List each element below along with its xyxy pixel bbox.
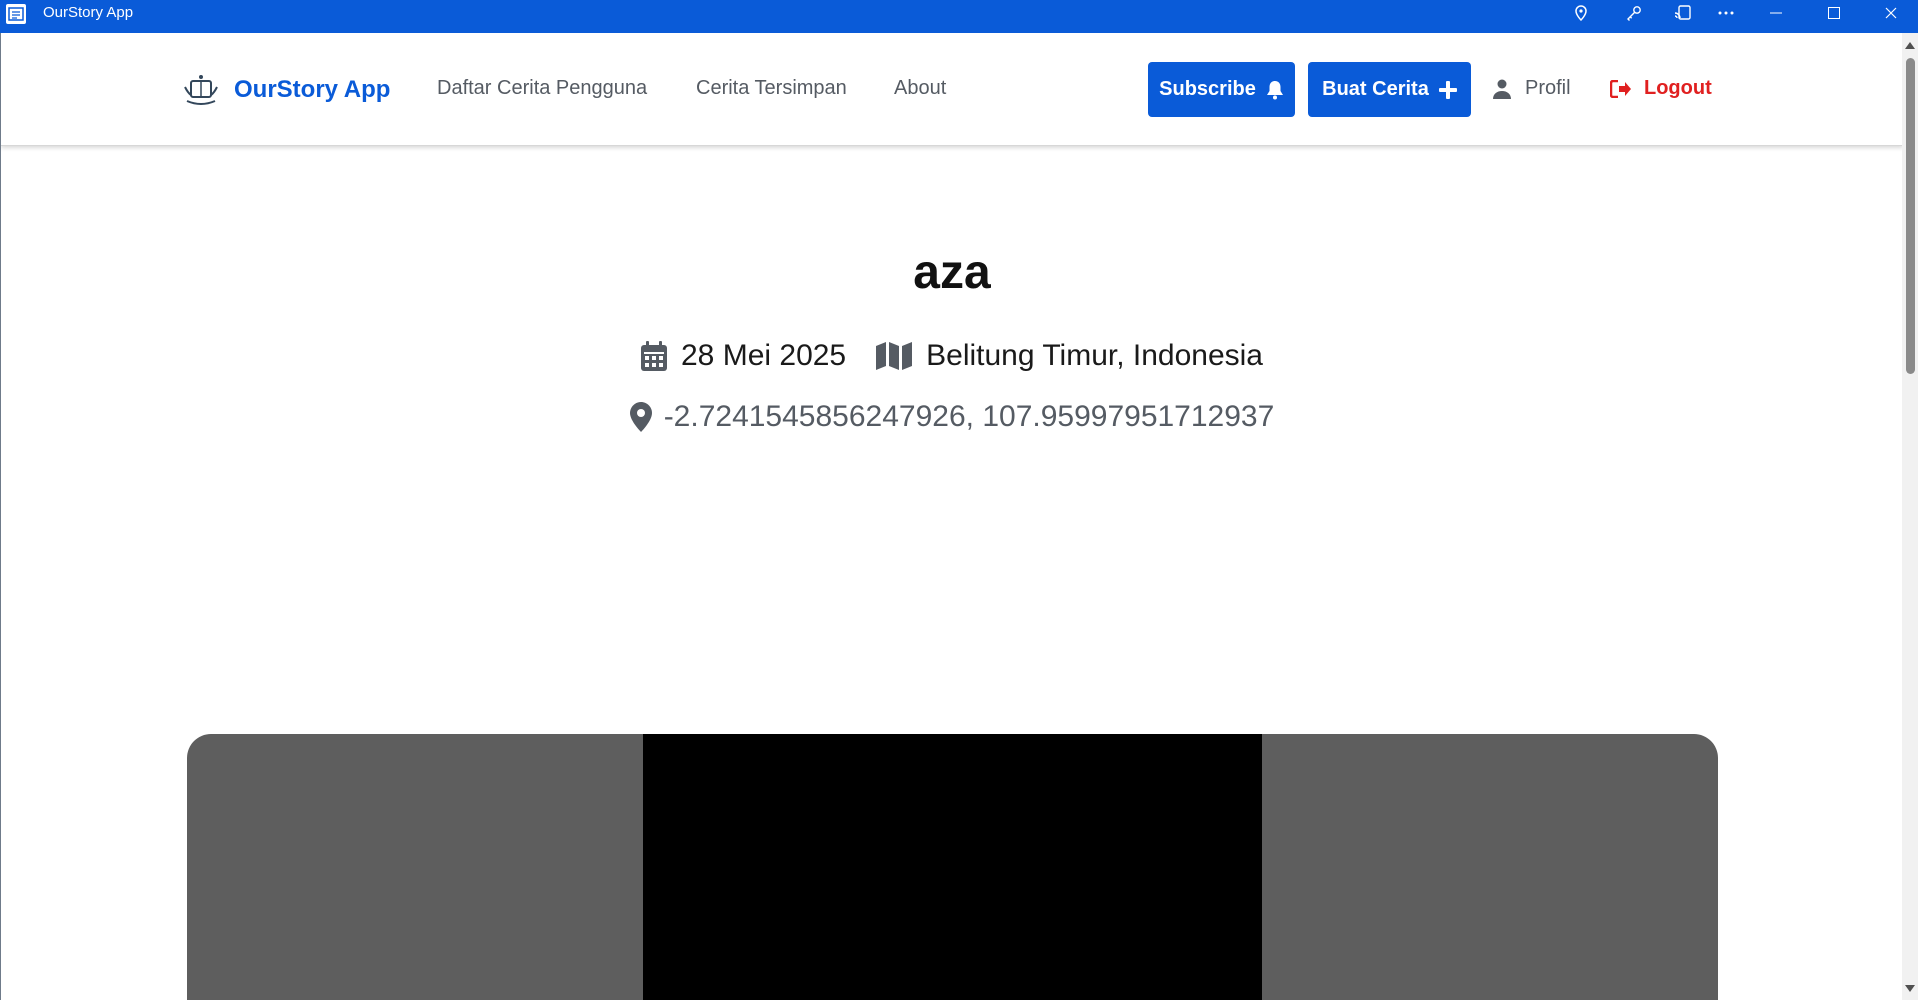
user-icon (1493, 79, 1511, 99)
scroll-down-arrow-icon[interactable] (1902, 980, 1918, 996)
logout-label: Logout (1644, 77, 1712, 99)
story-location: Belitung Timur, Indonesia (876, 339, 1263, 373)
app-viewport: OurStory App Daftar Cerita Pengguna Ceri… (0, 33, 1918, 1000)
profile-link[interactable]: Profil (1493, 77, 1571, 100)
story-title: aza (913, 246, 991, 299)
story-image (643, 734, 1262, 1000)
app-icon (6, 4, 26, 24)
buat-cerita-button[interactable]: Buat Cerita (1308, 62, 1471, 117)
window-titlebar: OurStory App (0, 0, 1918, 33)
subscribe-button[interactable]: Subscribe (1148, 62, 1295, 117)
story-coordinates: -2.7241545856247926, 107.95997951712937 (1, 400, 1903, 434)
nav-about[interactable]: About (894, 77, 946, 100)
close-icon[interactable] (1869, 0, 1913, 26)
logout-link[interactable]: Logout (1610, 77, 1712, 100)
sign-out-icon (1610, 79, 1631, 98)
map-marker-icon (629, 402, 652, 432)
story-date: 28 Mei 2025 (641, 339, 846, 373)
maximize-icon[interactable] (1812, 0, 1856, 26)
brand-logo-icon (184, 75, 218, 105)
more-icon[interactable] (1704, 0, 1748, 26)
story-date-text: 28 Mei 2025 (681, 339, 847, 372)
calendar-icon (641, 341, 667, 371)
scrollbar-thumb[interactable] (1906, 58, 1915, 374)
brand-name: OurStory App (234, 76, 391, 103)
story-coordinates-text: -2.7241545856247926, 107.95997951712937 (663, 400, 1275, 433)
story-location-text: Belitung Timur, Indonesia (926, 339, 1263, 372)
plus-icon (1438, 80, 1457, 99)
vertical-scrollbar[interactable] (1902, 33, 1918, 1000)
scroll-up-arrow-icon[interactable] (1902, 37, 1918, 53)
minimize-icon[interactable] (1754, 0, 1798, 26)
brand[interactable]: OurStory App (182, 73, 390, 107)
profile-label: Profil (1525, 77, 1571, 99)
subscribe-label: Subscribe (1159, 78, 1256, 100)
story-image-frame (187, 734, 1718, 1000)
story-meta: 28 Mei 2025 Belitung Timur, Indonesia (1, 339, 1903, 373)
nav-cerita-tersimpan[interactable]: Cerita Tersimpan (696, 77, 847, 100)
map-icon (876, 342, 913, 370)
buat-cerita-label: Buat Cerita (1322, 78, 1429, 100)
window-title: OurStory App (43, 4, 134, 21)
key-icon[interactable] (1612, 0, 1656, 26)
site-header: OurStory App Daftar Cerita Pengguna Ceri… (1, 33, 1903, 146)
nav-daftar-cerita[interactable]: Daftar Cerita Pengguna (437, 77, 647, 100)
bell-icon (1266, 80, 1283, 99)
location-pin-icon[interactable] (1559, 0, 1603, 26)
cast-icon[interactable] (1661, 0, 1705, 26)
